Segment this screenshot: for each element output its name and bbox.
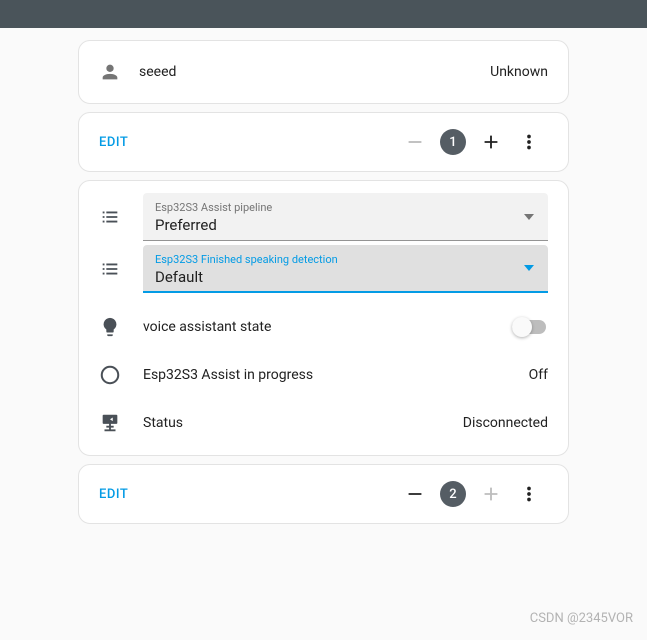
- toggle-thumb: [512, 317, 532, 337]
- select-row-pipeline: Esp32S3 Assist pipeline Preferred: [79, 193, 568, 241]
- select-row-detection: Esp32S3 Finished speaking detection Defa…: [79, 245, 568, 293]
- entity-row-voice-state: voice assistant state: [79, 303, 568, 351]
- edit-button[interactable]: EDIT: [99, 135, 396, 150]
- plus-button[interactable]: [472, 475, 510, 513]
- device-header-card: seeed Unknown: [78, 40, 569, 104]
- edit-button[interactable]: EDIT: [99, 487, 396, 502]
- device-header-row: seeed Unknown: [79, 41, 568, 103]
- action-bar-card-1: EDIT 1: [78, 112, 569, 172]
- count-badge: 1: [440, 129, 466, 155]
- more-button[interactable]: [510, 475, 548, 513]
- entity-label: Status: [143, 415, 463, 431]
- more-button[interactable]: [510, 123, 548, 161]
- lightbulb-icon: [99, 316, 139, 338]
- entity-label: voice assistant state: [143, 319, 512, 335]
- chevron-down-icon: [524, 214, 534, 220]
- minus-button[interactable]: [396, 123, 434, 161]
- entity-value: Disconnected: [463, 415, 548, 431]
- action-bar-card-2: EDIT 2: [78, 464, 569, 524]
- person-icon: [99, 61, 139, 83]
- circle-outline-icon: [99, 364, 139, 386]
- watermark: CSDN @2345VOR: [530, 611, 633, 626]
- server-network-off-icon: [99, 412, 139, 434]
- minus-button[interactable]: [396, 475, 434, 513]
- top-bar: [0, 0, 647, 28]
- voice-state-toggle[interactable]: [512, 317, 548, 337]
- entity-row-status: Status Disconnected: [79, 399, 568, 447]
- action-bar-2: EDIT 2: [79, 465, 568, 523]
- chevron-down-icon: [524, 265, 534, 271]
- list-icon: [99, 206, 139, 228]
- select-value: Default: [155, 268, 536, 286]
- entities-card: Esp32S3 Assist pipeline Preferred Esp32S…: [78, 180, 569, 456]
- action-bar-1: EDIT 1: [79, 113, 568, 171]
- list-icon: [99, 258, 139, 280]
- device-status: Unknown: [490, 64, 548, 80]
- select-value: Preferred: [155, 216, 536, 234]
- select-label: Esp32S3 Assist pipeline: [155, 201, 536, 214]
- device-name: seeed: [139, 64, 490, 80]
- main-container: seeed Unknown EDIT 1 Esp32S3 Assis: [0, 28, 647, 524]
- select-label: Esp32S3 Finished speaking detection: [155, 253, 536, 266]
- pipeline-select[interactable]: Esp32S3 Assist pipeline Preferred: [143, 193, 548, 241]
- count-badge: 2: [440, 481, 466, 507]
- detection-select[interactable]: Esp32S3 Finished speaking detection Defa…: [143, 245, 548, 293]
- entity-row-assist-progress: Esp32S3 Assist in progress Off: [79, 351, 568, 399]
- entity-label: Esp32S3 Assist in progress: [143, 367, 529, 383]
- plus-button[interactable]: [472, 123, 510, 161]
- entity-value: Off: [529, 367, 548, 383]
